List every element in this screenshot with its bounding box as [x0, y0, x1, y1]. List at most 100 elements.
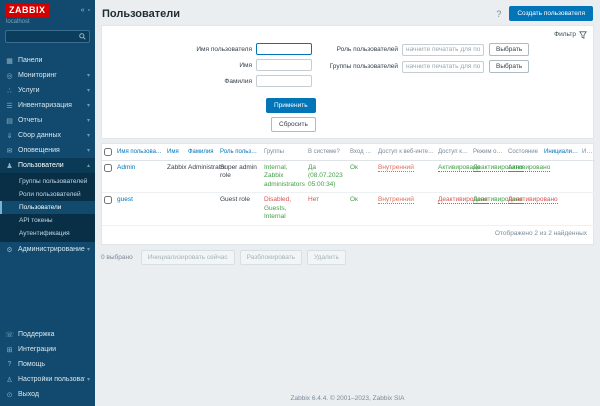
funnel-icon: [579, 31, 587, 39]
user-settings-icon: ♙: [5, 376, 14, 384]
help-icon[interactable]: ?: [496, 9, 501, 19]
chevron-down-icon: ▾: [87, 102, 90, 109]
sidebar-item-data-collection[interactable]: ⇓ Сбор данных ▾: [0, 128, 95, 143]
create-user-button[interactable]: Создать пользователя: [509, 6, 593, 21]
page-title: Пользователи: [102, 8, 180, 20]
name-filter-input[interactable]: [256, 59, 312, 71]
user-surname-cell: [186, 193, 218, 225]
column-name[interactable]: Имя: [165, 144, 186, 161]
user-role-cell: Guest role: [218, 193, 262, 225]
support-icon: ☏: [5, 331, 14, 339]
main-content: Пользователи ? Создать пользователя Филь…: [95, 0, 600, 406]
sidebar-item-signout[interactable]: ⊙ Выход: [0, 387, 95, 402]
reset-filter-button[interactable]: Сбросить: [271, 117, 316, 132]
sidebar-item-api-tokens[interactable]: API токены: [0, 214, 95, 227]
column-provisioned[interactable]: Инициализирован: [542, 144, 580, 161]
table-summary: Отображено 2 из 2 найденных: [102, 226, 593, 242]
reports-icon: ▤: [5, 117, 14, 125]
user-surname-cell: Administrator: [186, 161, 218, 193]
table-row: guest Guest role Disabled, Guests, Inter…: [102, 193, 595, 225]
sidebar-item-user-settings[interactable]: ♙ Настройки пользователя ▾: [0, 372, 95, 387]
sidebar-item-monitoring[interactable]: ◎ Мониторинг ▾: [0, 68, 95, 83]
sidebar-item-services[interactable]: ∴ Услуги ▾: [0, 83, 95, 98]
column-role[interactable]: Роль пользователя: [218, 144, 262, 161]
sidebar-item-support[interactable]: ☏ Поддержка: [0, 327, 95, 342]
sidebar-item-users[interactable]: Пользователи: [0, 201, 95, 214]
sidebar-item-label: Инвентаризация: [18, 102, 85, 109]
help-icon: ?: [5, 361, 14, 368]
filter-panel: Фильтр Имя пользователя Имя Фамилия: [101, 25, 594, 139]
apply-filter-button[interactable]: Применить: [266, 98, 316, 113]
group-link[interactable]: Internal: [264, 213, 286, 220]
row-checkbox[interactable]: [104, 164, 112, 172]
user-groups-filter-input[interactable]: [402, 61, 484, 73]
login-status: Ок: [350, 164, 358, 171]
collapse-sidebar-icon[interactable]: «: [81, 7, 85, 15]
surname-filter-label: Фамилия: [108, 78, 256, 85]
group-link[interactable]: Disabled,: [264, 196, 291, 203]
username-link[interactable]: guest: [117, 196, 133, 203]
user-groups-cell: Disabled, Guests, Internal: [262, 193, 306, 225]
user-status-link[interactable]: Активировано: [508, 164, 550, 172]
chevron-down-icon: ▾: [87, 246, 90, 253]
sidebar-item-users-section[interactable]: ♟ Пользователи ▴: [0, 158, 95, 173]
sidebar-item-integrations[interactable]: ⊞ Интеграции: [0, 342, 95, 357]
column-surname[interactable]: Фамилия: [186, 144, 218, 161]
gui-access-link[interactable]: Внутренний: [378, 164, 414, 172]
column-api-access: Доступ к API: [436, 144, 471, 161]
delete-button[interactable]: Удалить: [307, 250, 346, 265]
users-icon: ♟: [5, 162, 14, 170]
users-table: Имя пользователя ▲ Имя Фамилия Роль поль…: [102, 144, 595, 226]
sidebar-item-user-roles[interactable]: Роли пользователей: [0, 188, 95, 201]
user-status-link[interactable]: Деактивировано: [508, 196, 558, 204]
filter-left-column: Имя пользователя Имя Фамилия Применить С…: [108, 43, 320, 132]
username-filter-label: Имя пользователя: [108, 46, 256, 53]
sidebar-item-administration[interactable]: ⚙ Администрирование ▾: [0, 242, 95, 257]
chevron-up-icon: ▴: [87, 162, 90, 169]
select-all-checkbox[interactable]: [104, 148, 112, 156]
unblock-button[interactable]: Разблокировать: [240, 250, 302, 265]
kiosk-mode-icon[interactable]: ▫: [88, 7, 90, 15]
filter-tab[interactable]: Фильтр: [554, 31, 587, 39]
gui-access-link[interactable]: Внутренний: [378, 196, 414, 204]
username-filter-input[interactable]: [256, 43, 312, 55]
sidebar-item-label: Настройки пользователя: [18, 376, 85, 383]
sidebar-item-label: Панели: [18, 57, 90, 64]
column-debug-mode: Режим отладки: [471, 144, 506, 161]
sidebar-item-user-groups[interactable]: Группы пользователей: [0, 175, 95, 188]
sidebar-search[interactable]: [5, 30, 90, 43]
zabbix-logo[interactable]: ZABBIX: [5, 4, 50, 17]
sidebar-item-label: Отчеты: [18, 117, 85, 124]
info-cell: [580, 161, 595, 193]
server-name: localhost: [0, 17, 95, 25]
group-link[interactable]: Zabbix administrators: [264, 172, 305, 187]
sidebar: ZABBIX « ▫ localhost ▦ Панели ◎ Монитори…: [0, 0, 95, 406]
username-link[interactable]: Admin: [117, 164, 135, 171]
column-online: В системе?: [306, 144, 348, 161]
sidebar-search-input[interactable]: [6, 33, 79, 40]
select-user-role-button[interactable]: Выбрать: [489, 43, 529, 56]
column-info: Инфо: [580, 144, 595, 161]
row-checkbox[interactable]: [104, 196, 112, 204]
sidebar-item-dashboards[interactable]: ▦ Панели: [0, 53, 95, 68]
user-groups-filter-label: Группы пользователей: [320, 63, 402, 70]
sidebar-item-alerts[interactable]: ✉ Оповещения ▾: [0, 143, 95, 158]
sidebar-menu: ▦ Панели ◎ Мониторинг ▾ ∴ Услуги ▾ ☰ Инв…: [0, 53, 95, 257]
select-user-group-button[interactable]: Выбрать: [489, 60, 529, 73]
surname-filter-input[interactable]: [256, 75, 312, 87]
column-login: Вход в систему: [348, 144, 376, 161]
services-icon: ∴: [5, 87, 14, 95]
chevron-down-icon: ▾: [87, 87, 90, 94]
sidebar-item-inventory[interactable]: ☰ Инвентаризация ▾: [0, 98, 95, 113]
sidebar-item-reports[interactable]: ▤ Отчеты ▾: [0, 113, 95, 128]
group-link[interactable]: Guests,: [264, 205, 286, 212]
sidebar-item-help[interactable]: ? Помощь: [0, 357, 95, 372]
provision-now-button[interactable]: Инициализировать сейчас: [141, 250, 235, 265]
group-link[interactable]: Internal,: [264, 164, 288, 171]
mass-actions-bar: 0 выбрано Инициализировать сейчас Разбло…: [101, 250, 594, 265]
search-icon: [79, 33, 86, 40]
user-roles-filter-input[interactable]: [402, 44, 484, 56]
user-roles-filter-label: Роль пользователей: [320, 46, 402, 53]
column-username[interactable]: Имя пользователя ▲: [115, 144, 165, 161]
sidebar-item-authentication[interactable]: Аутентификация: [0, 227, 95, 240]
